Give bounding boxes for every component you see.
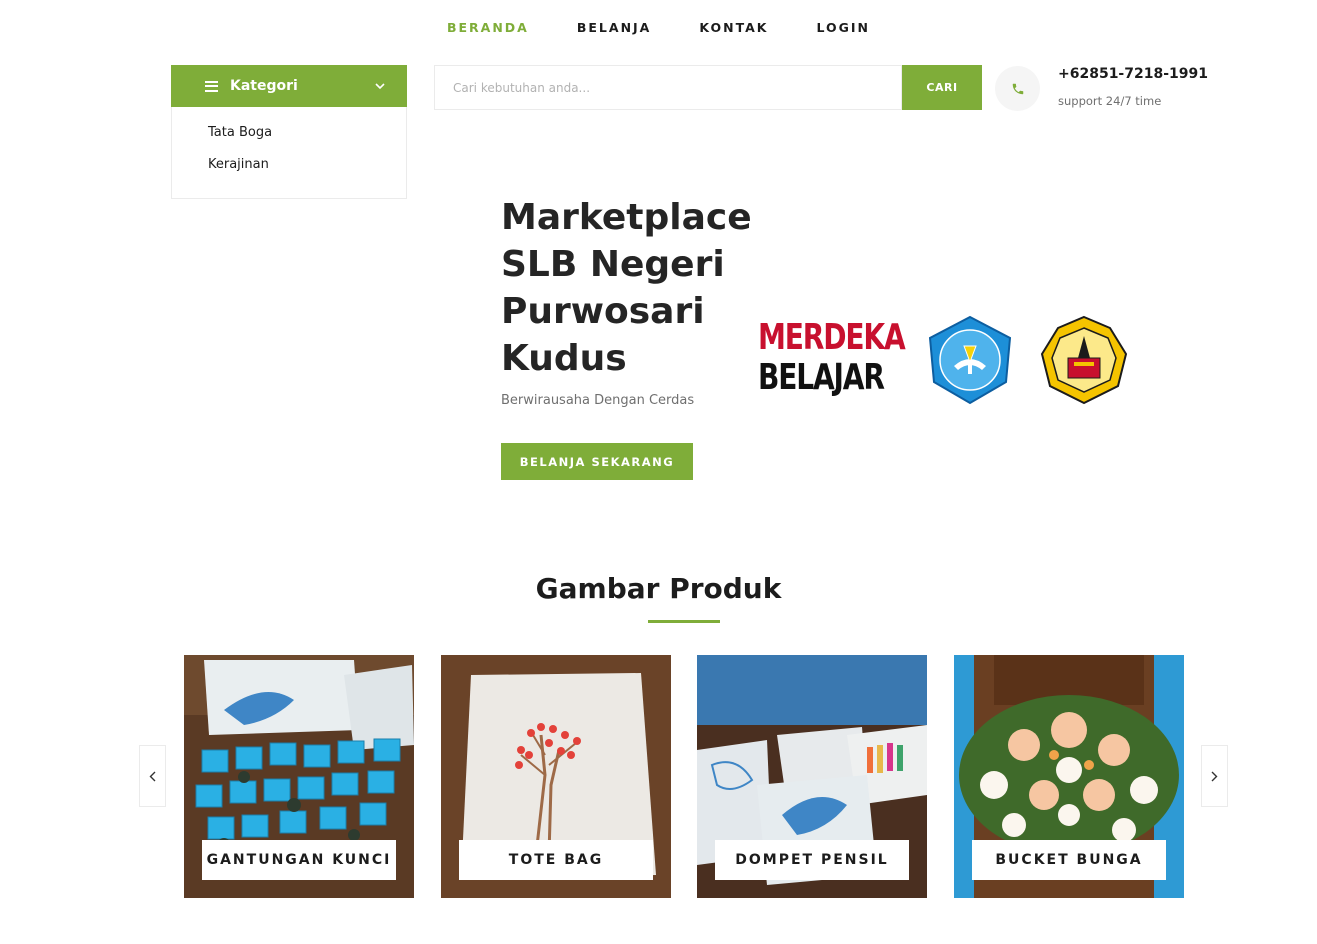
- phone-number: +62851-7218-1991: [1058, 66, 1208, 82]
- hero-title: Marketplace SLB Negeri Purwosari Kudus: [501, 194, 752, 382]
- category-toggle[interactable]: Kategori: [171, 65, 407, 107]
- chevron-right-icon: [1211, 771, 1218, 781]
- hero-title-line: Kudus: [501, 338, 627, 379]
- section-underline: [648, 620, 720, 623]
- product-label: BUCKET BUNGA: [972, 840, 1166, 880]
- product-label: GANTUNGAN KUNCI: [202, 840, 396, 880]
- hero-title-line: Purwosari: [501, 291, 705, 332]
- nav-belanja[interactable]: BELANJA: [553, 20, 676, 35]
- chevron-left-icon: [149, 771, 156, 781]
- carousel-prev-button[interactable]: [139, 745, 166, 807]
- product-card-gantungan-kunci[interactable]: GANTUNGAN KUNCI: [184, 655, 414, 898]
- nav-kontak[interactable]: KONTAK: [675, 20, 792, 35]
- section-title: Gambar Produk: [535, 572, 782, 605]
- merdeka-belajar-logo: MERDEKA BELAJAR: [758, 317, 906, 398]
- tut-wuri-handayani-logo: [928, 315, 1012, 405]
- nav-beranda[interactable]: BERANDA: [423, 20, 553, 35]
- nav-login[interactable]: LOGIN: [793, 20, 895, 35]
- partner-logos: MERDEKA BELAJAR: [758, 312, 1138, 412]
- main-nav: BERANDA BELANJA KONTAK LOGIN: [0, 20, 1317, 35]
- chevron-down-icon: [375, 80, 385, 93]
- product-label: DOMPET PENSIL: [715, 840, 909, 880]
- product-card-bucket-bunga[interactable]: BUCKET BUNGA: [954, 655, 1184, 898]
- search-form: CARI: [434, 65, 982, 110]
- search-input[interactable]: [434, 65, 902, 110]
- product-card-dompet-pensil[interactable]: DOMPET PENSIL: [697, 655, 927, 898]
- menu-icon: [205, 80, 218, 92]
- category-item-kerajinan[interactable]: Kerajinan: [208, 157, 406, 172]
- category-item-tata-boga[interactable]: Tata Boga: [208, 125, 406, 140]
- shop-now-button[interactable]: BELANJA SEKARANG: [501, 443, 693, 480]
- category-title: Kategori: [230, 78, 298, 94]
- phone-icon: [995, 66, 1040, 111]
- university-logo: [1040, 315, 1128, 405]
- hero-subtitle: Berwirausaha Dengan Cerdas: [501, 393, 695, 408]
- support-text: support 24/7 time: [1058, 94, 1162, 108]
- hero-title-line: SLB Negeri: [501, 244, 725, 285]
- product-label: TOTE BAG: [459, 840, 653, 880]
- search-button[interactable]: CARI: [902, 65, 982, 110]
- hero-title-line: Marketplace: [501, 197, 752, 238]
- carousel-next-button[interactable]: [1201, 745, 1228, 807]
- category-list: Tata Boga Kerajinan: [171, 107, 407, 199]
- product-card-tote-bag[interactable]: TOTE BAG: [441, 655, 671, 898]
